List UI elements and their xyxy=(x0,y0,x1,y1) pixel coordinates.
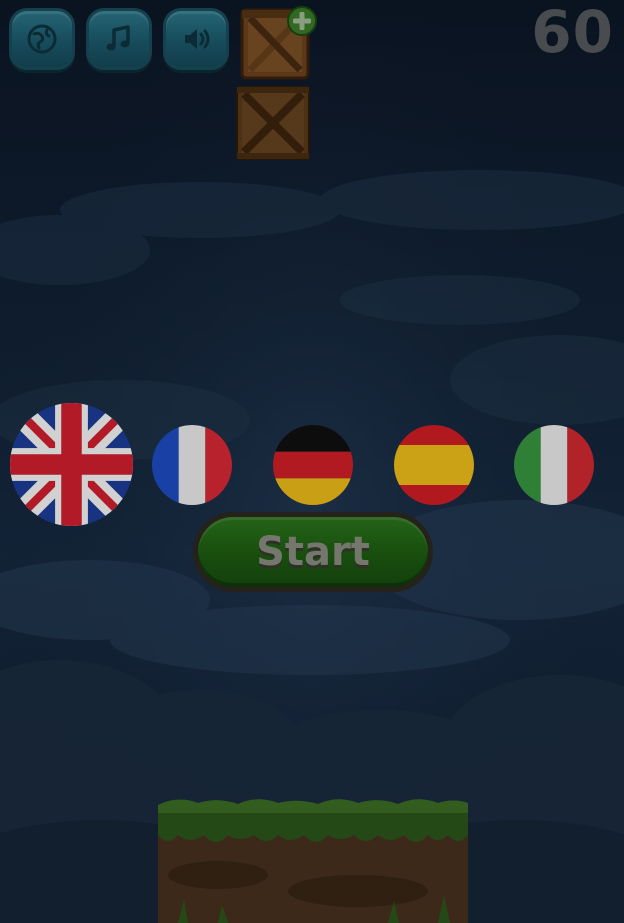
france-flag-icon xyxy=(152,425,232,505)
globe-icon xyxy=(27,24,57,54)
flag-uk[interactable] xyxy=(10,403,133,526)
language-button[interactable] xyxy=(9,8,75,70)
uk-flag-icon xyxy=(10,403,133,526)
crate-block xyxy=(236,86,310,160)
music-button[interactable] xyxy=(86,8,152,70)
start-button-face: Start xyxy=(198,517,428,587)
flag-spain[interactable] xyxy=(394,425,474,505)
speaker-icon xyxy=(185,29,210,49)
flag-germany[interactable] xyxy=(273,425,353,505)
start-button-label: Start xyxy=(256,529,370,575)
add-crate-button[interactable] xyxy=(240,6,317,80)
flag-italy[interactable] xyxy=(514,425,594,505)
sound-button[interactable] xyxy=(163,8,229,70)
ground-platform xyxy=(158,799,468,923)
italy-flag-icon xyxy=(514,425,594,505)
plus-icon xyxy=(287,6,317,36)
score-counter: 60 xyxy=(531,0,614,66)
start-button[interactable]: Start xyxy=(193,512,433,592)
spain-flag-icon xyxy=(394,425,474,505)
flag-france[interactable] xyxy=(152,425,232,505)
game-stage: 60 Start xyxy=(0,0,624,923)
music-note-icon xyxy=(106,25,130,51)
germany-flag-icon xyxy=(273,425,353,505)
